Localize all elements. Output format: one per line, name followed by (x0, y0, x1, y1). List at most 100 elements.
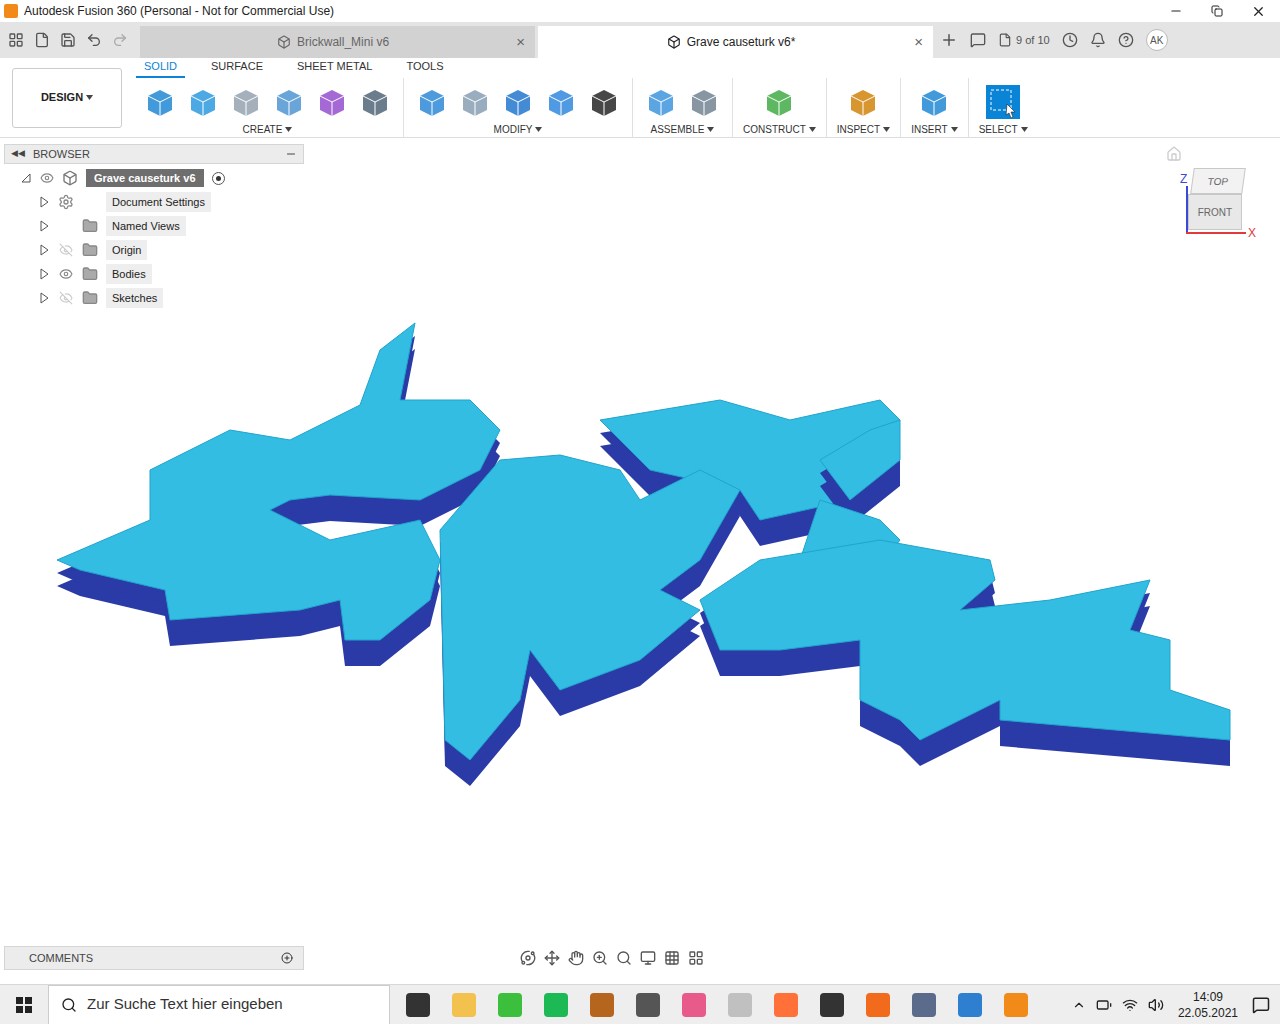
taskbar-app-icon[interactable] (498, 993, 522, 1017)
viewport[interactable]: ◀◀BROWSERGrave causeturk v6Document Sett… (0, 138, 1280, 984)
tool-icon[interactable] (500, 84, 536, 120)
tool-group-label[interactable]: ASSEMBLE (651, 122, 715, 137)
history-icon[interactable] (1062, 32, 1078, 48)
tool-group-label[interactable]: CONSTRUCT (743, 122, 816, 137)
comments-bar[interactable]: COMMENTS (4, 946, 304, 970)
taskbar-app-icon[interactable] (728, 993, 752, 1017)
activate-radio[interactable] (212, 172, 225, 185)
look-at-icon[interactable] (544, 950, 560, 966)
tool-icon[interactable] (314, 84, 350, 120)
taskbar-app-icon[interactable] (590, 993, 614, 1017)
browser-item[interactable]: Bodies (4, 262, 304, 286)
taskbar-app-icon[interactable] (452, 993, 476, 1017)
browser-item[interactable]: Document Settings (4, 190, 304, 214)
cube-front-face[interactable]: FRONT (1188, 194, 1242, 230)
browser-root-row[interactable]: Grave causeturk v6 (4, 166, 304, 190)
expand-triangle-icon[interactable] (38, 196, 50, 208)
tool-group-label[interactable]: INSPECT (837, 122, 890, 137)
restore-icon[interactable] (1211, 5, 1223, 17)
taskbar-app-icon[interactable] (866, 993, 890, 1017)
expand-triangle-icon[interactable] (38, 292, 50, 304)
expand-triangle-icon[interactable] (20, 172, 32, 184)
help-icon[interactable] (1118, 32, 1134, 48)
tool-icon[interactable] (643, 84, 679, 120)
expand-triangle-icon[interactable] (38, 244, 50, 256)
grid-icon[interactable] (664, 950, 680, 966)
cube-top-face[interactable]: TOP (1190, 168, 1246, 194)
toolbar-tab[interactable]: TOOLS (398, 58, 451, 78)
taskbar-app-icon[interactable] (636, 993, 660, 1017)
toolbar-tab[interactable]: SOLID (136, 58, 185, 78)
home-view-icon[interactable] (1166, 146, 1182, 162)
view-cube[interactable]: TOPFRONTZX (1166, 144, 1270, 254)
tool-icon[interactable] (761, 84, 797, 120)
tool-icon[interactable] (543, 84, 579, 120)
taskbar-app-icon[interactable] (544, 993, 568, 1017)
close-icon[interactable] (1251, 4, 1266, 19)
document-tab[interactable]: Grave causeturk v6*× (538, 26, 933, 58)
redo-icon[interactable] (112, 32, 128, 48)
toolbar-tab[interactable]: SHEET METAL (289, 58, 380, 78)
taskbar-app-icon[interactable] (820, 993, 844, 1017)
taskbar-app-icon[interactable] (1004, 993, 1028, 1017)
zoom-icon[interactable] (592, 950, 608, 966)
tray-expand-icon[interactable] (1072, 998, 1086, 1012)
collapse-icon[interactable]: ◀◀ (11, 147, 25, 161)
tool-group-label[interactable]: MODIFY (494, 122, 543, 137)
save-icon[interactable] (60, 32, 76, 48)
new-tab-icon[interactable] (940, 31, 958, 49)
tool-icon[interactable] (185, 84, 221, 120)
fit-icon[interactable] (616, 950, 632, 966)
taskbar-app-icon[interactable] (958, 993, 982, 1017)
action-center-icon[interactable] (1252, 996, 1270, 1014)
orbit-icon[interactable] (520, 950, 536, 966)
taskbar-app-icon[interactable] (406, 993, 430, 1017)
viewports-icon[interactable] (688, 950, 704, 966)
tool-icon[interactable] (686, 84, 722, 120)
browser-item[interactable]: Origin (4, 238, 304, 262)
browser-item[interactable]: Sketches (4, 286, 304, 310)
battery-icon[interactable] (1096, 997, 1112, 1013)
toolbar-tab[interactable]: SURFACE (203, 58, 271, 78)
browser-item[interactable]: Named Views (4, 214, 304, 238)
notifications-icon[interactable] (1090, 32, 1106, 48)
file-icon[interactable] (34, 32, 50, 48)
tool-icon[interactable] (985, 84, 1021, 120)
visibility-icon[interactable] (40, 171, 54, 185)
hidden-icon[interactable] (59, 243, 73, 257)
tool-group-label[interactable]: SELECT (979, 122, 1028, 137)
graffiti-model[interactable] (0, 138, 1280, 984)
taskbar-app-icon[interactable] (682, 993, 706, 1017)
windows-start-icon[interactable] (0, 985, 48, 1024)
tool-icon[interactable] (916, 84, 952, 120)
expand-triangle-icon[interactable] (38, 220, 50, 232)
pan-icon[interactable] (568, 950, 584, 966)
clock[interactable]: 14:0922.05.2021 (1174, 989, 1242, 1021)
tool-group-label[interactable]: CREATE (243, 122, 293, 137)
tool-icon[interactable] (845, 84, 881, 120)
expand-triangle-icon[interactable] (38, 268, 50, 280)
tab-close-button[interactable]: × (914, 31, 923, 54)
undo-icon[interactable] (86, 32, 102, 48)
data-panel-icon[interactable] (8, 32, 24, 48)
display-settings-icon[interactable] (640, 950, 656, 966)
taskbar-app-icon[interactable] (774, 993, 798, 1017)
document-tab[interactable]: Brickwall_Mini v6× (140, 26, 535, 58)
add-comment-icon[interactable] (281, 952, 293, 964)
tool-icon[interactable] (457, 84, 493, 120)
minimize-icon[interactable] (1169, 4, 1183, 18)
tool-icon[interactable] (228, 84, 264, 120)
tool-group-label[interactable]: INSERT (911, 122, 958, 137)
tool-icon[interactable] (357, 84, 393, 120)
tool-icon[interactable] (414, 84, 450, 120)
visibility-icon[interactable] (59, 267, 73, 281)
user-avatar[interactable]: AK (1146, 29, 1168, 51)
browser-minimize-icon[interactable] (285, 148, 297, 160)
wifi-icon[interactable] (1122, 997, 1138, 1013)
tool-icon[interactable] (271, 84, 307, 120)
job-status[interactable]: 9 of 10 (998, 32, 1050, 49)
tab-close-button[interactable]: × (516, 31, 525, 54)
hidden-icon[interactable] (59, 291, 73, 305)
tool-icon[interactable] (586, 84, 622, 120)
volume-icon[interactable] (1148, 997, 1164, 1013)
